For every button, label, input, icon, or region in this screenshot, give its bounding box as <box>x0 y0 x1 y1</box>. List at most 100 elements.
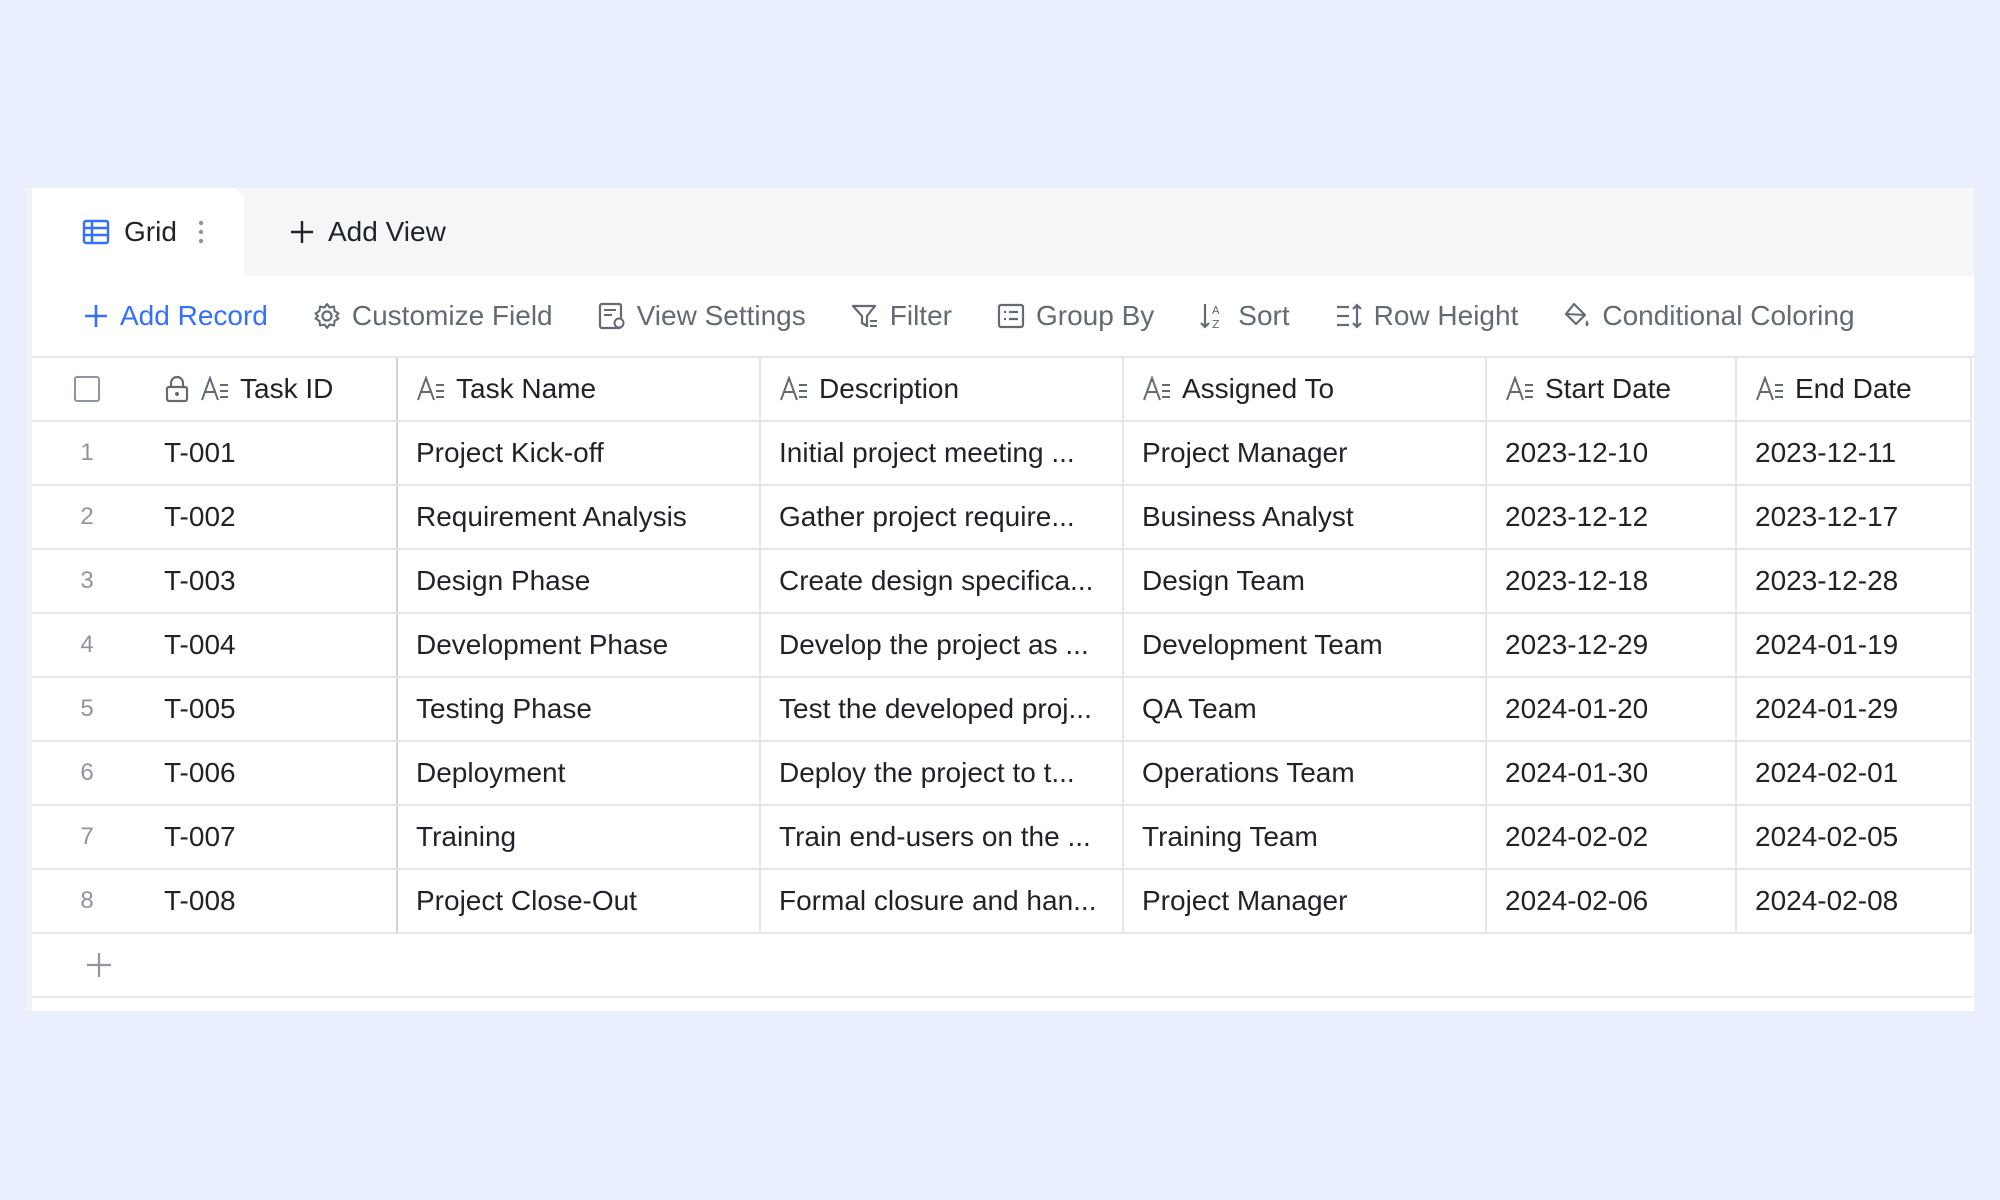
text-field-icon <box>416 376 446 402</box>
cell-task-id[interactable]: T-002 <box>142 486 398 548</box>
cell-description[interactable]: Initial project meeting ... <box>761 422 1124 484</box>
column-header-task-name[interactable]: Task Name <box>398 358 761 420</box>
cell-end-date[interactable]: 2024-02-05 <box>1737 806 1972 868</box>
row-index: 3 <box>80 567 94 594</box>
cell-start-date[interactable]: 2023-12-29 <box>1487 614 1737 676</box>
plus-icon <box>288 218 316 246</box>
table-row[interactable]: 8 T-008 Project Close-Out Formal closure… <box>32 870 1972 934</box>
column-header-description[interactable]: Description <box>761 358 1124 420</box>
cell-task-id[interactable]: T-006 <box>142 742 398 804</box>
cell-assigned-to[interactable]: Business Analyst <box>1124 486 1487 548</box>
customize-field-label: Customize Field <box>351 300 553 331</box>
cell-description[interactable]: Develop the project as ... <box>761 614 1124 676</box>
row-index: 1 <box>80 439 94 466</box>
conditional-coloring-button[interactable]: Conditional Coloring <box>1562 300 1855 332</box>
table-row[interactable]: 1 T-001 Project Kick-off Initial project… <box>32 422 1972 486</box>
filter-button[interactable]: Filter <box>850 300 952 332</box>
row-index: 8 <box>80 887 94 914</box>
column-header-task-id[interactable]: Task ID <box>142 358 398 420</box>
plus-icon <box>84 950 114 980</box>
table-row[interactable]: 3 T-003 Design Phase Create design speci… <box>32 550 1972 614</box>
column-header-assigned-to[interactable]: Assigned To <box>1124 358 1487 420</box>
cell-start-date[interactable]: 2024-02-02 <box>1487 806 1737 868</box>
view-toolbar: Add Record Customize Field View Settings… <box>32 276 1974 358</box>
select-all-checkbox[interactable] <box>74 376 100 402</box>
cell-start-date[interactable]: 2024-01-20 <box>1487 678 1737 740</box>
cell-end-date[interactable]: 2023-12-28 <box>1737 550 1972 612</box>
column-header-label: Start Date <box>1545 373 1672 404</box>
table-row[interactable]: 2 T-002 Requirement Analysis Gather proj… <box>32 486 1972 550</box>
column-header-start-date[interactable]: Start Date <box>1487 358 1737 420</box>
sort-button[interactable]: A Z Sort <box>1198 300 1290 332</box>
table-row[interactable]: 4 T-004 Development Phase Develop the pr… <box>32 614 1972 678</box>
table-row[interactable]: 5 T-005 Testing Phase Test the developed… <box>32 678 1972 742</box>
add-view-label: Add View <box>328 216 446 247</box>
cell-task-id[interactable]: T-004 <box>142 614 398 676</box>
view-settings-label: View Settings <box>636 300 806 331</box>
cell-description[interactable]: Create design specifica... <box>761 550 1124 612</box>
column-header-label: Assigned To <box>1182 373 1335 404</box>
cell-task-name[interactable]: Project Kick-off <box>398 422 761 484</box>
cell-task-name[interactable]: Development Phase <box>398 614 761 676</box>
column-header-label: End Date <box>1795 373 1912 404</box>
cell-assigned-to[interactable]: Project Manager <box>1124 870 1487 932</box>
text-field-icon <box>1142 376 1172 402</box>
cell-end-date[interactable]: 2024-02-01 <box>1737 742 1972 804</box>
cell-assigned-to[interactable]: Training Team <box>1124 806 1487 868</box>
cell-task-id[interactable]: T-007 <box>142 806 398 868</box>
cell-end-date[interactable]: 2023-12-11 <box>1737 422 1972 484</box>
cell-task-id[interactable]: T-001 <box>142 422 398 484</box>
add-row-button[interactable] <box>32 934 1972 998</box>
data-grid: Task ID Task Name Description Assigned T… <box>32 358 1972 998</box>
sort-az-icon: A Z <box>1198 301 1228 331</box>
cell-task-name[interactable]: Training <box>398 806 761 868</box>
table-row[interactable]: 6 T-006 Deployment Deploy the project to… <box>32 742 1972 806</box>
cell-task-name[interactable]: Deployment <box>398 742 761 804</box>
cell-end-date[interactable]: 2024-01-19 <box>1737 614 1972 676</box>
table-row[interactable]: 7 T-007 Training Train end-users on the … <box>32 806 1972 870</box>
cell-start-date[interactable]: 2023-12-12 <box>1487 486 1737 548</box>
cell-start-date[interactable]: 2023-12-10 <box>1487 422 1737 484</box>
cell-end-date[interactable]: 2023-12-17 <box>1737 486 1972 548</box>
cell-assigned-to[interactable]: Design Team <box>1124 550 1487 612</box>
cell-task-name[interactable]: Project Close-Out <box>398 870 761 932</box>
view-tab-bar: Grid Add View <box>32 188 1974 276</box>
tab-grid[interactable]: Grid <box>32 188 244 276</box>
cell-task-name[interactable]: Testing Phase <box>398 678 761 740</box>
customize-field-button[interactable]: Customize Field <box>312 300 553 332</box>
cell-description[interactable]: Formal closure and han... <box>761 870 1124 932</box>
cell-task-id[interactable]: T-005 <box>142 678 398 740</box>
cell-assigned-to[interactable]: QA Team <box>1124 678 1487 740</box>
cell-assigned-to[interactable]: Development Team <box>1124 614 1487 676</box>
group-by-button[interactable]: Group By <box>996 300 1154 332</box>
gear-icon <box>312 301 342 331</box>
cell-start-date[interactable]: 2024-02-06 <box>1487 870 1737 932</box>
settings-sheet-icon <box>597 301 627 331</box>
cell-start-date[interactable]: 2023-12-18 <box>1487 550 1737 612</box>
grid-table-icon <box>82 218 110 246</box>
row-height-icon <box>1334 301 1364 331</box>
cell-end-date[interactable]: 2024-01-29 <box>1737 678 1972 740</box>
cell-task-name[interactable]: Design Phase <box>398 550 761 612</box>
add-record-button[interactable]: Add Record <box>82 300 268 332</box>
row-index: 2 <box>80 503 94 530</box>
cell-description[interactable]: Train end-users on the ... <box>761 806 1124 868</box>
cell-task-id[interactable]: T-008 <box>142 870 398 932</box>
cell-task-id[interactable]: T-003 <box>142 550 398 612</box>
add-view-button[interactable]: Add View <box>288 188 446 276</box>
view-settings-button[interactable]: View Settings <box>597 300 806 332</box>
cell-description[interactable]: Test the developed proj... <box>761 678 1124 740</box>
cell-start-date[interactable]: 2024-01-30 <box>1487 742 1737 804</box>
cell-task-name[interactable]: Requirement Analysis <box>398 486 761 548</box>
cell-end-date[interactable]: 2024-02-08 <box>1737 870 1972 932</box>
row-index: 6 <box>80 759 94 786</box>
cell-assigned-to[interactable]: Operations Team <box>1124 742 1487 804</box>
row-height-button[interactable]: Row Height <box>1334 300 1518 332</box>
lock-icon <box>164 375 190 403</box>
more-vertical-icon[interactable] <box>197 219 205 245</box>
group-by-label: Group By <box>1035 300 1155 331</box>
cell-description[interactable]: Gather project require... <box>761 486 1124 548</box>
cell-description[interactable]: Deploy the project to t... <box>761 742 1124 804</box>
column-header-end-date[interactable]: End Date <box>1737 358 1972 420</box>
cell-assigned-to[interactable]: Project Manager <box>1124 422 1487 484</box>
